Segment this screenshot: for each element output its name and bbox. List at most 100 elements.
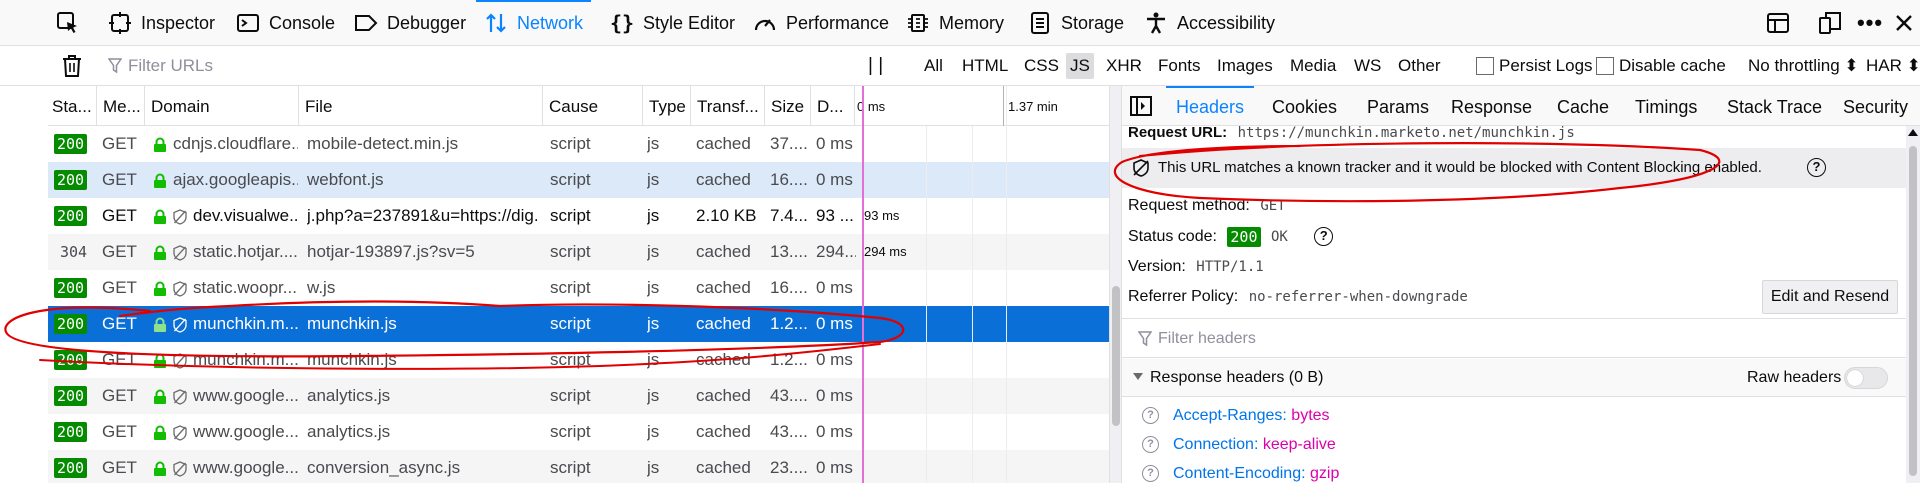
filter-urls-input[interactable]: Filter URLs	[108, 46, 213, 86]
table-row[interactable]: 200 GET www.google... analytics.js script js c…	[48, 414, 1109, 450]
domain-text: static.hotjar....	[193, 242, 298, 261]
pause-icon: | |	[868, 55, 884, 76]
header-value: gzip	[1309, 465, 1340, 482]
cell-type: js	[647, 386, 660, 405]
tab-cookies[interactable]: Cookies	[1272, 86, 1337, 126]
help-icon[interactable]: ?	[1142, 465, 1159, 483]
column-domain[interactable]: Domain	[144, 86, 298, 126]
type-filter-other[interactable]: Other	[1398, 46, 1441, 86]
help-icon[interactable]: ?	[1142, 407, 1159, 425]
clear-requests-button[interactable]	[62, 46, 82, 86]
throttling-select[interactable]: No throttling ⬍	[1748, 46, 1859, 86]
raw-headers-toggle[interactable]	[1844, 367, 1888, 389]
cell-method: GET	[102, 170, 137, 189]
tab-headers[interactable]: Headers	[1165, 86, 1255, 126]
column-duration[interactable]: D...	[810, 86, 854, 126]
tab-response[interactable]: Response	[1451, 86, 1532, 126]
column-file[interactable]: File	[298, 86, 542, 126]
status-badge: 200	[54, 386, 88, 406]
tracker-notice-text: This URL matches a known tracker and it …	[1158, 159, 1762, 176]
request-url-label: Request URL:	[1128, 126, 1228, 141]
tab-console[interactable]: Console	[236, 0, 335, 46]
column-status[interactable]: Sta...	[48, 86, 96, 126]
domain-text: www.google...	[193, 422, 298, 441]
type-filter-images[interactable]: Images	[1217, 46, 1273, 86]
tab-debugger[interactable]: Debugger	[354, 0, 466, 46]
cell-size: 43....	[770, 422, 808, 441]
tab-accessibility[interactable]: Accessibility	[1144, 0, 1275, 46]
cell-duration: 294...	[816, 242, 856, 261]
tab-stack-trace[interactable]: Stack Trace	[1727, 86, 1822, 126]
edit-and-resend-button[interactable]: Edit and Resend	[1762, 280, 1898, 314]
type-filter-other-label: Other	[1398, 56, 1441, 75]
more-options-button[interactable]: •••	[1857, 0, 1882, 46]
pick-element-button[interactable]	[56, 0, 80, 46]
type-filter-ws[interactable]: WS	[1354, 46, 1381, 86]
filter-icon	[108, 58, 122, 74]
requests-scrollbar[interactable]	[1109, 86, 1121, 483]
requests-scrollbar-thumb[interactable]	[1112, 286, 1120, 426]
lock-icon	[153, 389, 167, 405]
type-filter-html[interactable]: HTML	[962, 46, 1008, 86]
table-row[interactable]: 200 GET ajax.googleapis.... webfont.js scrip…	[48, 162, 1109, 198]
column-transferred[interactable]: Transf...	[690, 86, 764, 126]
toggle-sidebar-button[interactable]	[1130, 86, 1152, 126]
tab-cache[interactable]: Cache	[1557, 86, 1609, 126]
pick-element-icon	[56, 11, 80, 35]
domain-text: munchkin.m...	[193, 350, 298, 369]
status-code-row: Status code: 200 OK ?	[1128, 222, 1334, 252]
cell-file: webfont.js	[307, 170, 384, 189]
type-filter-fonts[interactable]: Fonts	[1158, 46, 1201, 86]
tab-memory[interactable]: Memory	[906, 0, 1004, 46]
persist-logs-checkbox[interactable]: Persist Logs	[1476, 46, 1593, 86]
column-size[interactable]: Size	[764, 86, 810, 126]
status-help-icon[interactable]: ?	[1314, 227, 1334, 247]
type-filter-xhr[interactable]: XHR	[1106, 46, 1142, 86]
table-row[interactable]: 200 GET dev.visualwe... j.php?a=237891&u=ht…	[48, 198, 1109, 234]
column-waterfall[interactable]: 0 ms 1.37 min	[854, 86, 1109, 126]
table-row[interactable]: 304 GET static.hotjar.... hotjar-193897.js?…	[48, 234, 1109, 270]
tracker-icon	[173, 424, 187, 441]
har-menu-button[interactable]: HAR ⬍	[1866, 46, 1920, 86]
type-filter-all[interactable]: All	[924, 46, 943, 86]
tab-accessibility-label: Accessibility	[1177, 12, 1276, 33]
responsive-design-button[interactable]	[1818, 0, 1842, 46]
disable-cache-checkbox[interactable]: Disable cache	[1596, 46, 1726, 86]
table-row[interactable]: 200 GET www.google... conversion_async.js sc…	[48, 450, 1109, 483]
tab-network[interactable]: Network	[475, 0, 592, 46]
response-headers-section[interactable]: Response headers (0 B) Raw headers	[1122, 359, 1909, 397]
details-scrollbar-thumb[interactable]	[1909, 146, 1917, 476]
table-row[interactable]: 200 GET munchkin.m... munchkin.js script js ca…	[48, 306, 1109, 342]
tab-performance[interactable]: Performance	[753, 0, 889, 46]
persist-logs-box	[1476, 57, 1494, 75]
inspector-icon	[108, 11, 132, 35]
column-type[interactable]: Type	[642, 86, 690, 126]
tracker-help-icon[interactable]: ?	[1807, 158, 1826, 177]
table-row[interactable]: 200 GET static.woopr.... w.js script js cached…	[48, 270, 1109, 306]
column-method[interactable]: Me...	[96, 86, 144, 126]
help-icon[interactable]: ?	[1142, 436, 1159, 454]
tab-security[interactable]: Security	[1843, 86, 1908, 126]
filter-headers-input[interactable]: Filter headers	[1122, 318, 1909, 358]
tab-params[interactable]: Params	[1367, 86, 1429, 126]
tab-inspector[interactable]: Inspector	[108, 0, 215, 46]
cell-cause: script	[550, 242, 591, 261]
pause-recording-button[interactable]: | |	[868, 46, 883, 86]
type-filter-js[interactable]: JS	[1066, 46, 1094, 86]
dock-side-button[interactable]	[1766, 0, 1790, 46]
type-filter-css[interactable]: CSS	[1024, 46, 1059, 86]
tab-timings[interactable]: Timings	[1635, 86, 1697, 126]
close-devtools-button[interactable]	[1892, 0, 1916, 46]
tab-inspector-label: Inspector	[141, 12, 216, 33]
table-row[interactable]: 200 GET www.google... analytics.js script js c…	[48, 378, 1109, 414]
cell-status: 200	[54, 270, 94, 306]
type-filter-media[interactable]: Media	[1290, 46, 1336, 86]
cell-type: js	[647, 278, 660, 297]
table-row[interactable]: 200 GET munchkin.m... munchkin.js script js ca…	[48, 342, 1109, 378]
tab-style-editor[interactable]: {} Style Editor	[610, 0, 735, 46]
table-row[interactable]: 200 GET cdnjs.cloudflare.... mobile-detect.…	[48, 126, 1109, 162]
tab-storage[interactable]: Storage	[1028, 0, 1124, 46]
column-cause[interactable]: Cause	[542, 86, 642, 126]
scroll-up-icon[interactable]	[1908, 128, 1918, 136]
details-scrollbar[interactable]	[1906, 126, 1920, 483]
